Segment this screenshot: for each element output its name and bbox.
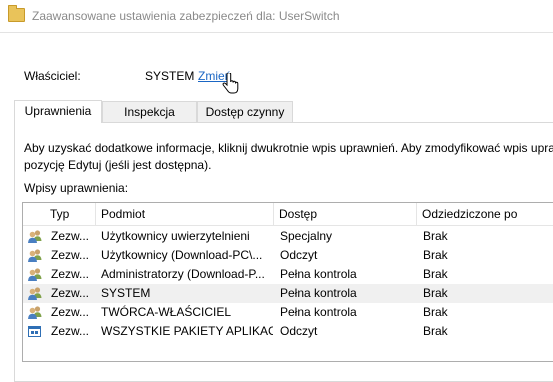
- cell-type: Zezw...: [51, 267, 90, 281]
- hand-cursor-icon: [222, 73, 239, 94]
- cell-type: Zezw...: [51, 305, 90, 319]
- cell-principal: SYSTEM: [101, 286, 151, 300]
- table-row[interactable]: Zezw... Użytkownicy (Download-PC\... Odczy…: [23, 246, 553, 265]
- info-text: Aby uzyskać dodatkowe informacje, klikni…: [24, 140, 553, 174]
- table-row[interactable]: Zezw... SYSTEM Pełna kontrola Brak: [23, 284, 553, 303]
- cell-type: Zezw...: [51, 324, 90, 338]
- permission-entries-list[interactable]: Typ Podmiot Dostęp Odziedziczone po Zezw…: [22, 202, 553, 362]
- cell-inherited: Brak: [423, 229, 448, 243]
- cell-inherited: Brak: [423, 305, 448, 319]
- permission-entries-label: Wpisy uprawnienia:: [24, 181, 129, 195]
- cell-principal: Użytkownicy uwierzytelnieni: [101, 229, 250, 243]
- owner-value: SYSTEM: [145, 69, 195, 83]
- owner-label: Właściciel:: [24, 69, 81, 83]
- cell-principal: Administratorzy (Download-P...: [101, 267, 265, 281]
- cell-type: Zezw...: [51, 286, 90, 300]
- folder-icon: [8, 5, 25, 22]
- cell-inherited: Brak: [423, 248, 448, 262]
- tab-effective-access[interactable]: Dostęp czynny: [197, 101, 293, 122]
- tab-permissions[interactable]: Uprawnienia: [14, 100, 102, 123]
- users-icon: [28, 268, 42, 281]
- column-header-inherited[interactable]: Odziedziczone po: [416, 203, 553, 225]
- info-line-2: pozycję Edytuj (jeśli jest dostępna).: [24, 158, 212, 172]
- column-header-type[interactable]: Typ: [45, 203, 95, 225]
- cell-access: Pełna kontrola: [280, 267, 357, 281]
- users-icon: [28, 306, 42, 319]
- users-icon: [28, 249, 42, 262]
- app-packages-icon: [28, 326, 41, 337]
- cell-access: Odczyt: [280, 324, 318, 338]
- cell-access: Odczyt: [280, 248, 318, 262]
- column-header-principal[interactable]: Podmiot: [95, 203, 273, 225]
- cell-access: Specjalny: [280, 229, 333, 243]
- table-row[interactable]: Zezw... Użytkownicy uwierzytelnieni Specja…: [23, 227, 553, 246]
- cell-inherited: Brak: [423, 286, 448, 300]
- column-header-access[interactable]: Dostęp: [273, 203, 416, 225]
- cell-principal: Użytkownicy (Download-PC\...: [101, 248, 263, 262]
- cell-principal: TWÓRCA-WŁAŚCICIEL: [101, 305, 232, 319]
- cell-type: Zezw...: [51, 229, 90, 243]
- cell-inherited: Brak: [423, 324, 448, 338]
- cell-principal: WSZYSTKIE PAKIETY APLIKACJI: [101, 324, 273, 338]
- title-bar[interactable]: Zaawansowane ustawienia zabezpieczeń dla…: [0, 0, 553, 33]
- users-icon: [28, 230, 42, 243]
- cell-access: Pełna kontrola: [280, 286, 357, 300]
- cell-type: Zezw...: [51, 248, 90, 262]
- cell-inherited: Brak: [423, 267, 448, 281]
- info-line-1: Aby uzyskać dodatkowe informacje, klikni…: [24, 141, 553, 155]
- list-header: Typ Podmiot Dostęp Odziedziczone po: [23, 203, 553, 226]
- users-icon: [28, 287, 42, 300]
- window-title: Zaawansowane ustawienia zabezpieczeń dla…: [32, 9, 340, 23]
- tab-auditing[interactable]: Inspekcja: [102, 101, 197, 122]
- table-row[interactable]: Zezw... WSZYSTKIE PAKIETY APLIKACJI Odczyt…: [23, 322, 553, 341]
- table-row[interactable]: Zezw... Administratorzy (Download-P... Peł…: [23, 265, 553, 284]
- table-row[interactable]: Zezw... TWÓRCA-WŁAŚCICIEL Pełna kontrola Br…: [23, 303, 553, 322]
- cell-access: Pełna kontrola: [280, 305, 357, 319]
